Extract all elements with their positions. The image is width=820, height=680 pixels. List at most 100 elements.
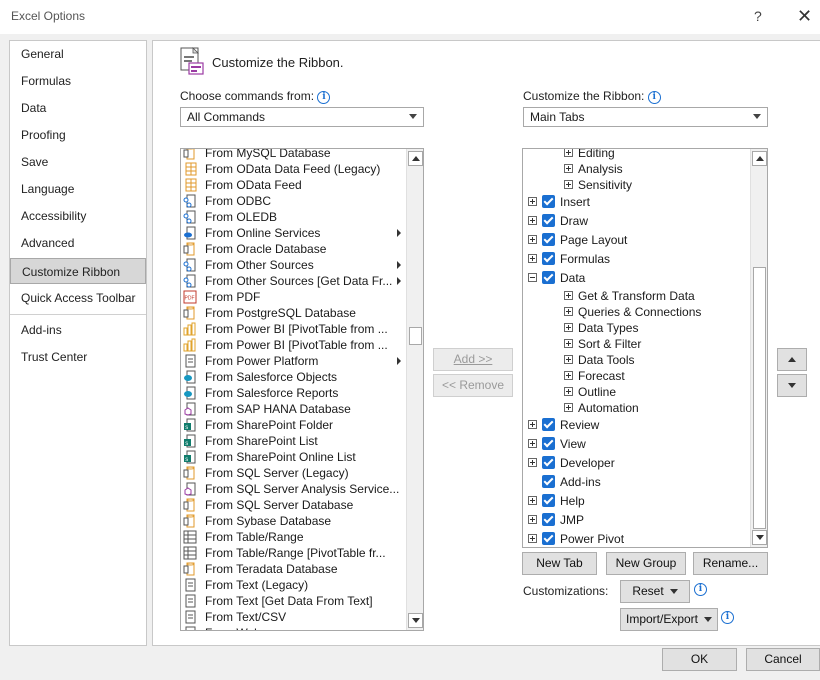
expand-icon[interactable] xyxy=(564,149,573,157)
expand-icon[interactable] xyxy=(528,216,537,225)
scroll-thumb[interactable] xyxy=(409,327,422,345)
command-label: From PostgreSQL Database xyxy=(205,306,356,320)
expand-icon[interactable] xyxy=(564,307,573,316)
expand-icon[interactable] xyxy=(564,371,573,380)
customize-ribbon-value: Main Tabs xyxy=(530,110,585,124)
import-export-button[interactable]: Import/Export xyxy=(620,608,718,631)
expand-icon[interactable] xyxy=(528,420,537,429)
checkbox-checked-icon[interactable] xyxy=(542,233,555,246)
scroll-up-button[interactable] xyxy=(408,151,423,166)
info-icon[interactable]: i xyxy=(317,91,331,104)
ribbon-tree-label: Analysis xyxy=(578,162,623,176)
nav-item-customize-ribbon[interactable]: Customize Ribbon xyxy=(10,258,146,284)
checkbox-checked-icon[interactable] xyxy=(542,214,555,227)
scroll-down-button[interactable] xyxy=(408,613,423,628)
rename-button[interactable]: Rename... xyxy=(693,552,768,575)
scroll-down-button[interactable] xyxy=(752,530,767,545)
command-label: From SAP HANA Database xyxy=(205,402,351,416)
checkbox-checked-icon[interactable] xyxy=(542,532,555,545)
triangle-down-icon xyxy=(788,383,796,388)
nav-item-proofing[interactable]: Proofing xyxy=(10,122,146,148)
sharepoint-icon: s xyxy=(183,450,197,464)
expand-icon[interactable] xyxy=(528,439,537,448)
db-icon xyxy=(183,149,197,160)
sharepoint-icon: s xyxy=(183,418,197,432)
expand-icon[interactable] xyxy=(528,458,537,467)
commands-list[interactable]: From MySQL Database From OData Data Feed … xyxy=(180,148,424,631)
info-icon[interactable]: i xyxy=(647,91,661,104)
remove-button[interactable]: << Remove xyxy=(433,374,513,397)
nav-item-formulas[interactable]: Formulas xyxy=(10,68,146,94)
customize-ribbon-select[interactable]: Main Tabs xyxy=(523,107,768,127)
command-label: From Teradata Database xyxy=(205,562,338,576)
move-down-button[interactable] xyxy=(777,374,807,397)
nav-item-data[interactable]: Data xyxy=(10,95,146,121)
expand-icon[interactable] xyxy=(564,387,573,396)
checkbox-checked-icon[interactable] xyxy=(542,475,555,488)
scroll-thumb[interactable] xyxy=(753,267,766,529)
ribbon-tree-label: Review xyxy=(560,418,600,432)
expand-icon[interactable] xyxy=(564,403,573,412)
expand-icon[interactable] xyxy=(528,235,537,244)
expand-icon[interactable] xyxy=(528,515,537,524)
help-button[interactable]: ? xyxy=(754,8,762,24)
expand-icon[interactable] xyxy=(528,197,537,206)
ok-button[interactable]: OK xyxy=(662,648,737,671)
expand-icon[interactable] xyxy=(564,180,573,189)
expand-icon[interactable] xyxy=(528,496,537,505)
nav-item-quick-access-toolbar[interactable]: Quick Access Toolbar xyxy=(10,285,146,311)
checkbox-checked-icon[interactable] xyxy=(542,418,555,431)
command-label: From Power BI [PivotTable from ... xyxy=(205,338,388,352)
submenu-arrow-icon xyxy=(397,357,401,365)
command-label: From SharePoint List xyxy=(205,434,318,448)
checkbox-checked-icon[interactable] xyxy=(542,252,555,265)
scroll-up-button[interactable] xyxy=(752,151,767,166)
info-icon[interactable]: i xyxy=(694,583,707,596)
checkbox-checked-icon[interactable] xyxy=(542,271,555,284)
checkbox-checked-icon[interactable] xyxy=(542,494,555,507)
expand-icon[interactable] xyxy=(564,164,573,173)
expand-icon[interactable] xyxy=(564,323,573,332)
command-label: From Sybase Database xyxy=(205,514,332,528)
command-label: From Other Sources [Get Data Fr... xyxy=(205,274,393,288)
close-button[interactable]: ✕ xyxy=(797,6,812,27)
pdf-icon: PDF xyxy=(183,290,197,304)
command-label: From SQL Server Analysis Service... xyxy=(205,482,400,496)
commands-scrollbar[interactable] xyxy=(406,149,423,630)
nav-item-general[interactable]: General xyxy=(10,41,146,67)
nav-item-add-ins[interactable]: Add-ins xyxy=(10,317,146,343)
new-group-button[interactable]: New Group xyxy=(606,552,686,575)
nav-item-save[interactable]: Save xyxy=(10,149,146,175)
reset-button[interactable]: Reset xyxy=(620,580,690,603)
checkbox-checked-icon[interactable] xyxy=(542,513,555,526)
move-up-button[interactable] xyxy=(777,348,807,371)
new-group-label: New Group xyxy=(615,556,677,570)
expand-icon[interactable] xyxy=(528,534,537,543)
ribbon-tree-label: Automation xyxy=(578,401,639,415)
nav-item-accessibility[interactable]: Accessibility xyxy=(10,203,146,229)
cancel-button[interactable]: Cancel xyxy=(746,648,820,671)
cube-icon xyxy=(183,482,197,496)
add-button[interactable]: Add >> xyxy=(433,348,513,371)
nav-item-trust-center[interactable]: Trust Center xyxy=(10,344,146,370)
expand-icon[interactable] xyxy=(528,254,537,263)
new-tab-button[interactable]: New Tab xyxy=(522,552,597,575)
ribbon-tree-label: Queries & Connections xyxy=(578,305,702,319)
expand-icon[interactable] xyxy=(564,291,573,300)
nav-item-advanced[interactable]: Advanced xyxy=(10,230,146,256)
checkbox-checked-icon[interactable] xyxy=(542,456,555,469)
customize-ribbon-text: Customize the Ribbon: xyxy=(523,89,645,103)
nav-item-language[interactable]: Language xyxy=(10,176,146,202)
collapse-icon[interactable] xyxy=(528,273,537,282)
choose-commands-select[interactable]: All Commands xyxy=(180,107,424,127)
expand-icon[interactable] xyxy=(564,355,573,364)
expand-icon[interactable] xyxy=(564,339,573,348)
checkbox-checked-icon[interactable] xyxy=(542,195,555,208)
ribbon-tree-scrollbar[interactable] xyxy=(750,149,767,547)
db-icon xyxy=(183,498,197,512)
command-label: From Oracle Database xyxy=(205,242,327,256)
checkbox-checked-icon[interactable] xyxy=(542,437,555,450)
info-icon[interactable]: i xyxy=(721,611,734,624)
arrow-down-icon xyxy=(412,618,420,623)
ribbon-tree[interactable]: Editing Analysis Sensitivity Insert Draw Page… xyxy=(522,148,768,548)
